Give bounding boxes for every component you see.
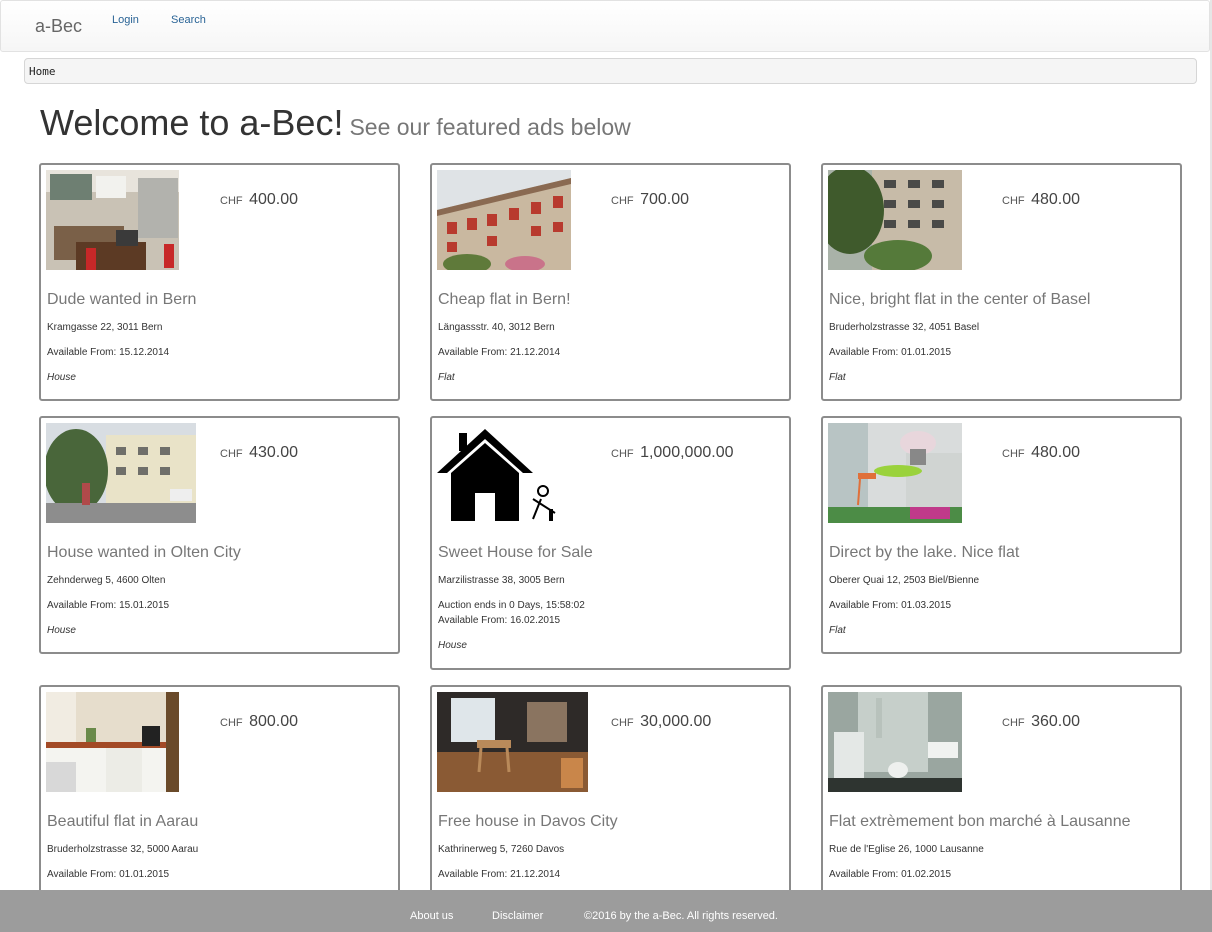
ad-type: House — [47, 625, 76, 636]
ad-available-from: Available From: 01.02.2015 — [829, 869, 952, 880]
ad-title[interactable]: Sweet House for Sale — [438, 544, 593, 562]
ad-address: Rue de l'Eglise 26, 1000 Lausanne — [829, 844, 984, 855]
ad-photo-house-icon[interactable] — [437, 423, 559, 523]
ad-card[interactable]: CHF 30,000.00 Free house in Davos City K… — [430, 685, 791, 925]
currency-label: CHF — [1002, 448, 1025, 460]
page-title: Welcome to a-Bec! See our featured ads be… — [40, 102, 631, 144]
ad-card[interactable]: CHF 430.00 House wanted in Olten City Ze… — [39, 416, 400, 654]
ad-photo-interior[interactable] — [437, 692, 588, 792]
ad-title[interactable]: Dude wanted in Bern — [47, 291, 196, 309]
copyright-text: ©2016 by the a-Bec. All rights reserved. — [584, 910, 778, 922]
ad-title[interactable]: Free house in Davos City — [438, 813, 618, 831]
price-amount: 360.00 — [1031, 713, 1080, 730]
ad-type: Flat — [829, 372, 846, 383]
ad-available-from: Available From: 15.12.2014 — [47, 347, 170, 358]
disclaimer-link[interactable]: Disclaimer — [492, 910, 543, 922]
ad-price: CHF 430.00 — [220, 444, 298, 462]
ad-type: Flat — [829, 625, 846, 636]
ad-available-from: Available From: 21.12.2014 — [438, 347, 561, 358]
ad-type: House — [47, 372, 76, 383]
ad-address: Zehnderweg 5, 4600 Olten — [47, 575, 166, 586]
ad-photo-balcony[interactable] — [828, 423, 962, 523]
ad-photo-kitchen[interactable] — [46, 170, 179, 270]
currency-label: CHF — [611, 717, 634, 729]
price-amount: 400.00 — [249, 191, 298, 208]
price-amount: 30,000.00 — [640, 713, 712, 730]
house-icon — [437, 423, 559, 523]
ad-card[interactable]: CHF 800.00 Beautiful flat in Aarau Brude… — [39, 685, 400, 925]
ad-address: Kathrinerweg 5, 7260 Davos — [438, 844, 565, 855]
ad-address: Bruderholzstrasse 32, 4051 Basel — [829, 322, 980, 333]
ad-title[interactable]: Direct by the lake. Nice flat — [829, 544, 1019, 562]
page-heading: Welcome to a-Bec! — [40, 102, 344, 143]
ad-photo-kitchen-counter[interactable] — [46, 692, 179, 792]
ad-card[interactable]: CHF 480.00 Direct by the lake. Nice flat… — [821, 416, 1182, 654]
price-amount: 480.00 — [1031, 444, 1080, 461]
ad-price: CHF 30,000.00 — [611, 713, 711, 731]
price-amount: 480.00 — [1031, 191, 1080, 208]
breadcrumb-home[interactable]: Home — [29, 65, 56, 78]
ad-photo-bathroom[interactable] — [828, 692, 962, 792]
ad-card[interactable]: CHF 1,000,000.00 Sweet House for Sale Ma… — [430, 416, 791, 670]
page-subheading: See our featured ads below — [349, 114, 631, 140]
currency-label: CHF — [220, 448, 243, 460]
ad-available-from: Available From: 01.03.2015 — [829, 600, 952, 611]
ad-price: CHF 480.00 — [1002, 444, 1080, 462]
ad-photo-street[interactable] — [46, 423, 196, 523]
footer: About us Disclaimer ©2016 by the a-Bec. … — [0, 890, 1212, 932]
ad-price: CHF 1,000,000.00 — [611, 444, 733, 462]
ad-title[interactable]: Nice, bright flat in the center of Basel — [829, 291, 1090, 309]
ad-card[interactable]: CHF 700.00 Cheap flat in Bern! Längassst… — [430, 163, 791, 401]
price-amount: 1,000,000.00 — [640, 444, 734, 461]
ad-address: Bruderholzstrasse 32, 5000 Aarau — [47, 844, 199, 855]
currency-label: CHF — [611, 448, 634, 460]
ad-address: Marzilistrasse 38, 3005 Bern — [438, 575, 565, 586]
ad-card[interactable]: CHF 480.00 Nice, bright flat in the cent… — [821, 163, 1182, 401]
ad-type: Flat — [438, 372, 455, 383]
ad-address: Kramgasse 22, 3011 Bern — [47, 322, 163, 333]
currency-label: CHF — [1002, 717, 1025, 729]
ad-card[interactable]: CHF 360.00 Flat extrèmement bon marché à… — [821, 685, 1182, 925]
ad-address: Längassstr. 40, 3012 Bern — [438, 322, 555, 333]
currency-label: CHF — [220, 717, 243, 729]
price-amount: 800.00 — [249, 713, 298, 730]
ad-type: House — [438, 640, 467, 651]
ad-auction-countdown: Auction ends in 0 Days, 15:58:02 — [438, 600, 585, 611]
ad-available-from: Available From: 01.01.2015 — [829, 347, 952, 358]
breadcrumb: Home — [24, 58, 1197, 84]
ad-available-from: Available From: 16.02.2015 — [438, 615, 561, 626]
ad-title[interactable]: Beautiful flat in Aarau — [47, 813, 198, 831]
ad-price: CHF 400.00 — [220, 191, 298, 209]
ad-title[interactable]: Cheap flat in Bern! — [438, 291, 571, 309]
ad-price: CHF 480.00 — [1002, 191, 1080, 209]
ad-title[interactable]: House wanted in Olten City — [47, 544, 241, 562]
ad-available-from: Available From: 21.12.2014 — [438, 869, 561, 880]
ad-available-from: Available From: 01.01.2015 — [47, 869, 170, 880]
ad-price: CHF 360.00 — [1002, 713, 1080, 731]
currency-label: CHF — [220, 195, 243, 207]
top-navbar: a-Bec Login Search — [0, 0, 1210, 52]
ad-card[interactable]: CHF 400.00 Dude wanted in Bern Kramgasse… — [39, 163, 400, 401]
login-link[interactable]: Login — [112, 14, 139, 26]
brand-logo[interactable]: a-Bec — [35, 16, 82, 37]
ad-title[interactable]: Flat extrèmement bon marché à Lausanne — [829, 813, 1131, 831]
ad-price: CHF 800.00 — [220, 713, 298, 731]
price-amount: 430.00 — [249, 444, 298, 461]
currency-label: CHF — [1002, 195, 1025, 207]
ad-address: Oberer Quai 12, 2503 Biel/Bienne — [829, 575, 980, 586]
ad-available-from: Available From: 15.01.2015 — [47, 600, 170, 611]
ad-price: CHF 700.00 — [611, 191, 689, 209]
ad-photo-building[interactable] — [437, 170, 571, 270]
currency-label: CHF — [611, 195, 634, 207]
ad-photo-apartment[interactable] — [828, 170, 962, 270]
price-amount: 700.00 — [640, 191, 689, 208]
search-link[interactable]: Search — [171, 14, 206, 26]
about-us-link[interactable]: About us — [410, 910, 453, 922]
